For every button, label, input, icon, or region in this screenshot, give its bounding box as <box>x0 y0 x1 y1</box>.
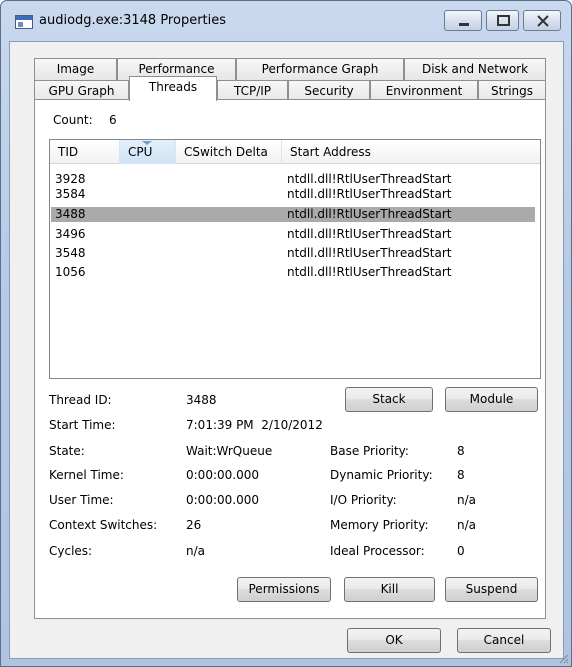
cycles-value: n/a <box>186 544 206 558</box>
tab-performance-graph[interactable]: Performance Graph <box>236 58 404 80</box>
context-switches-value: 26 <box>186 518 202 532</box>
start-time-label: Start Time: <box>49 418 116 432</box>
cycles-label: Cycles: <box>49 544 93 558</box>
kernel-time-value: 0:00:00.000 <box>186 468 259 482</box>
kill-button[interactable]: Kill <box>344 577 435 602</box>
start-address-cell: ntdll.dll!RtlUserThreadStart <box>287 227 452 241</box>
memory-priority-value: n/a <box>457 518 477 532</box>
tid-cell: 3928 <box>55 172 86 186</box>
module-button[interactable]: Module <box>445 387 538 412</box>
maximize-icon <box>497 15 510 26</box>
kernel-time-label: Kernel Time: <box>49 468 124 482</box>
count-label: Count: <box>53 113 93 127</box>
start-address-cell: ntdll.dll!RtlUserThreadStart <box>287 207 452 221</box>
close-icon <box>537 15 549 27</box>
tid-cell: 3496 <box>55 227 86 241</box>
context-switches-label: Context Switches: <box>49 518 158 532</box>
list-header: TID CPU CSwitch Delta Start Address <box>50 140 540 164</box>
state-label: State: <box>49 444 85 458</box>
maximize-button[interactable] <box>486 10 519 31</box>
user-time-label: User Time: <box>49 493 114 507</box>
tid-cell: 1056 <box>55 265 86 279</box>
ideal-processor-value: 0 <box>457 544 465 558</box>
table-row-selected[interactable]: 3488 ntdll.dll!RtlUserThreadStart <box>51 207 535 222</box>
table-row[interactable]: 3548 ntdll.dll!RtlUserThreadStart <box>51 246 535 261</box>
base-priority-value: 8 <box>457 444 465 458</box>
table-row[interactable]: 1056 ntdll.dll!RtlUserThreadStart <box>51 265 535 280</box>
resize-grip-icon[interactable] <box>557 652 569 664</box>
tid-cell: 3488 <box>55 207 86 221</box>
suspend-button[interactable]: Suspend <box>445 577 538 602</box>
table-row[interactable]: 3584 ntdll.dll!RtlUserThreadStart <box>51 187 535 202</box>
stack-button[interactable]: Stack <box>345 387 433 412</box>
count-value: 6 <box>109 113 117 127</box>
io-priority-label: I/O Priority: <box>330 493 397 507</box>
column-header-cpu[interactable]: CPU <box>120 140 176 164</box>
table-row[interactable]: 3496 ntdll.dll!RtlUserThreadStart <box>51 227 535 242</box>
tid-cell: 3548 <box>55 246 86 260</box>
column-header-cpu-label: CPU <box>128 145 153 159</box>
thread-id-value: 3488 <box>186 393 217 407</box>
thread-id-label: Thread ID: <box>49 393 112 407</box>
dynamic-priority-label: Dynamic Priority: <box>330 468 433 482</box>
column-header-start-address[interactable]: Start Address <box>282 140 538 164</box>
ideal-processor-label: Ideal Processor: <box>330 544 425 558</box>
properties-window: audiodg.exe:3148 Properties Image Perfor… <box>0 0 572 667</box>
dynamic-priority-value: 8 <box>457 468 465 482</box>
window-title: audiodg.exe:3148 Properties <box>39 13 227 28</box>
tab-image[interactable]: Image <box>34 58 117 80</box>
application-icon <box>15 15 33 29</box>
start-address-cell: ntdll.dll!RtlUserThreadStart <box>287 246 452 260</box>
io-priority-value: n/a <box>457 493 477 507</box>
tab-threads[interactable]: Threads <box>129 76 217 101</box>
user-time-value: 0:00:00.000 <box>186 493 259 507</box>
start-time-value: 7:01:39 PM 2/10/2012 <box>186 418 323 432</box>
permissions-button[interactable]: Permissions <box>237 577 331 602</box>
column-header-tid[interactable]: TID <box>50 140 120 164</box>
threads-list[interactable]: TID CPU CSwitch Delta Start Address 3928… <box>49 139 541 379</box>
base-priority-label: Base Priority: <box>330 444 409 458</box>
sort-arrow-icon <box>142 141 152 145</box>
tab-disk-and-network[interactable]: Disk and Network <box>404 58 546 80</box>
close-button[interactable] <box>523 10 561 31</box>
memory-priority-label: Memory Priority: <box>330 518 429 532</box>
title-bar[interactable]: audiodg.exe:3148 Properties <box>1 1 571 41</box>
tid-cell: 3584 <box>55 187 86 201</box>
start-address-cell: ntdll.dll!RtlUserThreadStart <box>287 172 452 186</box>
start-address-cell: ntdll.dll!RtlUserThreadStart <box>287 187 452 201</box>
column-header-cswitch-delta[interactable]: CSwitch Delta <box>176 140 282 164</box>
minimize-icon <box>459 23 469 26</box>
state-value: Wait:WrQueue <box>186 444 273 458</box>
cancel-button[interactable]: Cancel <box>457 628 551 653</box>
table-row[interactable]: 3928 ntdll.dll!RtlUserThreadStart <box>51 172 535 187</box>
start-address-cell: ntdll.dll!RtlUserThreadStart <box>287 265 452 279</box>
ok-button[interactable]: OK <box>347 628 441 653</box>
minimize-button[interactable] <box>444 10 482 31</box>
